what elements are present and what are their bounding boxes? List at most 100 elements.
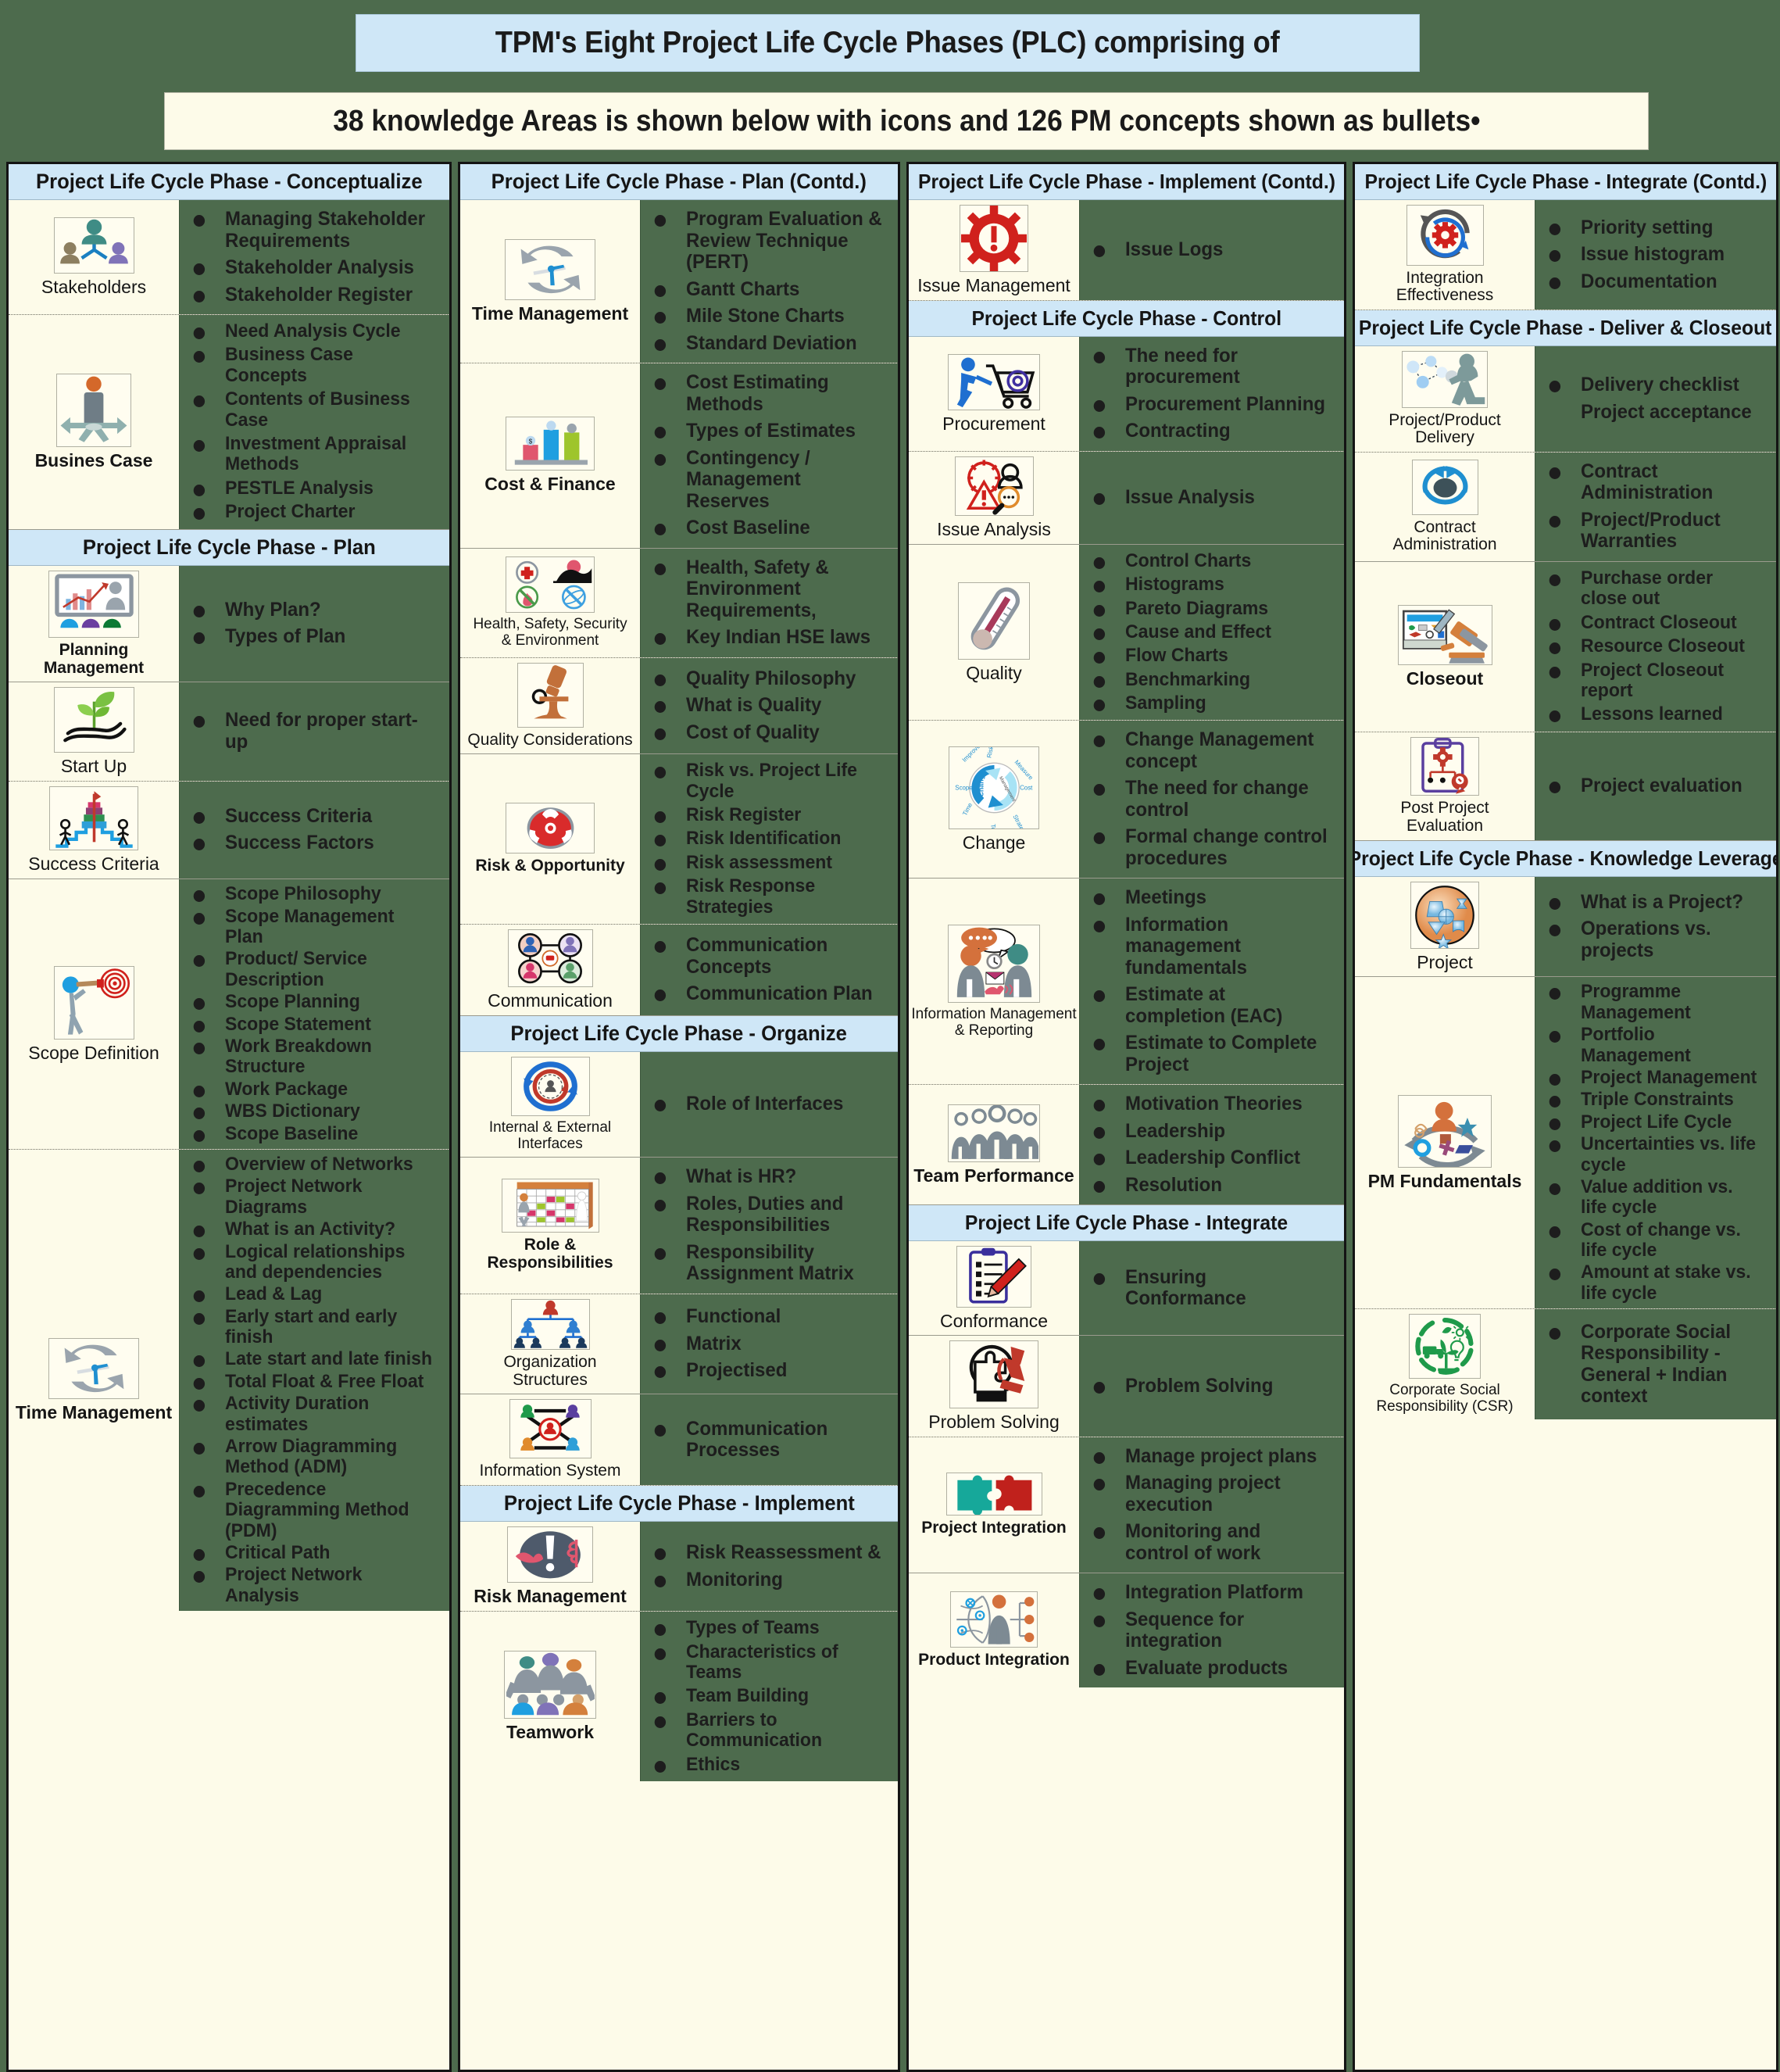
knowledge-area-label: Time Management [15, 1402, 173, 1422]
pm-concept-list: Role of Interfaces [649, 1088, 893, 1121]
quality-considerations-icon [516, 662, 584, 728]
integration-effectiveness-icon [1406, 205, 1484, 266]
pm-concept-list: Functional Matrix Projectised [649, 1301, 893, 1387]
pm-concept-item: Matrix [649, 1333, 883, 1355]
phase-title-band: Project Life Cycle Phase - Control [909, 300, 1344, 337]
knowledge-area-icon-cell: Information Management & Reporting [909, 879, 1079, 1085]
pm-concept-list: Types of Teams Characteristics of Teams Te… [649, 1615, 893, 1778]
knowledge-area-row: Scope Definition Scope Philosophy Scope Ma… [9, 879, 449, 1150]
knowledge-area-icon-cell: Post Project Evaluation [1355, 732, 1535, 840]
knowledge-area-row: Contract Administration Contract Administ… [1355, 452, 1776, 562]
knowledge-area-concepts-cell: Control Charts Histograms Pareto Diagrams C… [1079, 544, 1344, 721]
pm-concept-item: Logical relationships and dependencies [188, 1241, 434, 1283]
phase-title-text: Project Life Cycle Phase - Integrate (Co… [1364, 170, 1767, 193]
knowledge-area-concepts-cell: Quality Philosophy What is Quality Cost of… [640, 657, 898, 754]
pm-concept-item: Gantt Charts [649, 278, 883, 301]
pm-concept-list: Success Criteria Success Factors [188, 800, 445, 860]
success-criteria-icon [49, 785, 138, 851]
knowledge-area-label: Role & Responsibilities [487, 1236, 613, 1272]
phase-title-band: Project Life Cycle Phase - Implement [460, 1485, 898, 1522]
phase-title-band: Project Life Cycle Phase - Organize [460, 1016, 898, 1052]
knowledge-area-label: Procurement [942, 413, 1045, 435]
column-2: Project Life Cycle Phase - Plan (Contd.)… [458, 162, 900, 2072]
pm-concept-item: Need for proper start-up [188, 710, 434, 753]
pm-concept-item: Business Case Concepts [188, 345, 434, 386]
planning-management-icon [48, 570, 139, 639]
knowledge-area-concepts-cell: Need for proper start-up [179, 682, 449, 781]
knowledge-area-concepts-cell: Health, Safety & Environment Requirement… [640, 548, 898, 657]
information-management-reporting-icon [948, 924, 1040, 1004]
knowledge-area-concepts-cell: Meetings Information management fundament… [1079, 879, 1344, 1085]
knowledge-area-icon-cell: $ Cost & Finance [460, 363, 640, 548]
knowledge-area-icon-cell: Corporate Social Responsibility (CSR) [1355, 1309, 1535, 1420]
phase-title-text: Project Life Cycle Phase - Control [971, 306, 1281, 330]
phase-title-band: Project Life Cycle Phase - Integrate (Co… [1355, 164, 1776, 200]
knowledge-area-concepts-cell: What is a Project? Operations vs. project… [1535, 876, 1776, 977]
pm-concept-list: Need Analysis Cycle Business Case Concept… [188, 318, 445, 526]
knowledge-area-row: Issue Analysis Issue Analysis [909, 451, 1344, 545]
knowledge-area-label: Team Performance [913, 1165, 1074, 1186]
knowledge-area-label: Time Management [471, 302, 629, 324]
knowledge-area-icon-cell: Problem Solving [909, 1336, 1079, 1437]
stakeholders-icon [53, 217, 134, 274]
knowledge-area-icon-cell: ImproveRiskMeasureCostStrategyTeamTimeSc… [909, 721, 1079, 879]
phase-columns-container: Project Life Cycle Phase - Conceptualize… [0, 162, 1780, 2072]
teamwork-icon [504, 1651, 596, 1720]
pm-concept-item: Lessons learned [1543, 703, 1762, 725]
pm-concept-item: Scope Baseline [188, 1123, 434, 1144]
pm-concept-item: Evaluate products [1088, 1657, 1329, 1680]
knowledge-area-concepts-cell: Success Criteria Success Factors [179, 781, 449, 879]
knowledge-area-icon-cell: Time Management [9, 1149, 179, 1612]
knowledge-area-label: PM Fundamentals [1367, 1171, 1522, 1191]
knowledge-area-row: Quality Control Charts Histograms Pareto Di… [909, 544, 1344, 721]
pm-concept-item: Ensuring Conformance [1088, 1266, 1329, 1310]
pm-concept-item: Need Analysis Cycle [188, 320, 434, 342]
pm-concept-item: Cost of Quality [649, 721, 883, 744]
csr-icon [1409, 1314, 1481, 1380]
pm-concept-item: Portfolio Management [1543, 1025, 1762, 1066]
phase-title-band: Project Life Cycle Phase - Plan [9, 529, 449, 566]
knowledge-area-concepts-cell: What is HR? Roles, Duties and Responsibil… [640, 1158, 898, 1294]
pm-concept-list: What is a Project? Operations vs. project… [1543, 886, 1771, 968]
header-title-line-2: 38 knowledge Areas is shown below with i… [164, 92, 1649, 150]
team-performance-icon [948, 1104, 1040, 1163]
pm-concept-item: Flow Charts [1088, 645, 1329, 666]
knowledge-area-icon-cell: Issue Management [909, 200, 1079, 300]
phase-title-band: Project Life Cycle Phase - Knowledge Lev… [1355, 840, 1776, 877]
knowledge-area-row: Internal & External Interfaces Role of In… [460, 1052, 898, 1158]
pm-concept-item: Communication Plan [649, 983, 883, 1005]
pm-concept-item: Product/ Service Description [188, 949, 434, 990]
phase-title-text: Project Life Cycle Phase - Organize [510, 1022, 848, 1045]
pm-concept-item: Information management fundamentals [1088, 914, 1329, 979]
phase-title-band: Project Life Cycle Phase - Plan (Contd.) [460, 164, 898, 200]
phase-title-text: Project Life Cycle Phase - Implement (Co… [917, 170, 1335, 193]
pm-concept-item: Scope Statement [188, 1014, 434, 1035]
knowledge-area-row: Integration Effectiveness Priority settin… [1355, 200, 1776, 310]
procurement-icon [948, 353, 1040, 411]
pm-concept-item: Motivation Theories [1088, 1093, 1329, 1115]
pm-concept-item: Mile Stone Charts [649, 305, 883, 327]
pm-concept-item: Types of Teams [649, 1617, 883, 1638]
cost-finance-icon: $ [506, 417, 595, 471]
pm-concept-list: Contract Administration Project/Product W… [1543, 456, 1771, 558]
pm-concept-item: Issue Logs [1088, 239, 1329, 261]
knowledge-area-concepts-cell: Types of Teams Characteristics of Teams Te… [640, 1612, 898, 1781]
knowledge-area-label: Information Management & Reporting [911, 1006, 1077, 1039]
knowledge-area-row: Corporate Social Responsibility (CSR) Cor… [1355, 1309, 1776, 1420]
knowledge-area-label: Start Up [60, 755, 127, 776]
knowledge-area-icon-cell: Busines Case [9, 315, 179, 529]
pm-concept-item: Priority setting [1543, 217, 1762, 239]
pm-concept-list: Cost Estimating Methods Types of Estimate… [649, 367, 893, 545]
knowledge-area-row: Project/Product Delivery Delivery checkli… [1355, 345, 1776, 453]
knowledge-area-row: Information Management & Reporting Meetin… [909, 879, 1344, 1086]
knowledge-area-icon-cell: PM Fundamentals [1355, 977, 1535, 1309]
pm-concept-item: Triple Constraints [1543, 1089, 1762, 1110]
pm-concept-item: Issue histogram [1543, 244, 1762, 266]
knowledge-area-row: Role & Responsibilities What is HR? Roles,… [460, 1158, 898, 1294]
knowledge-area-icon-cell: Teamwork [460, 1612, 640, 1781]
knowledge-area-row: Communication Communication Concepts Commu… [460, 924, 898, 1016]
pm-concept-list: Issue Analysis [1088, 481, 1339, 514]
pm-concept-item: Amount at stake vs. life cycle [1543, 1262, 1762, 1304]
pm-concept-list: Need for proper start-up [188, 704, 445, 758]
knowledge-area-concepts-cell: Priority setting Issue histogram Documenta… [1535, 200, 1776, 310]
